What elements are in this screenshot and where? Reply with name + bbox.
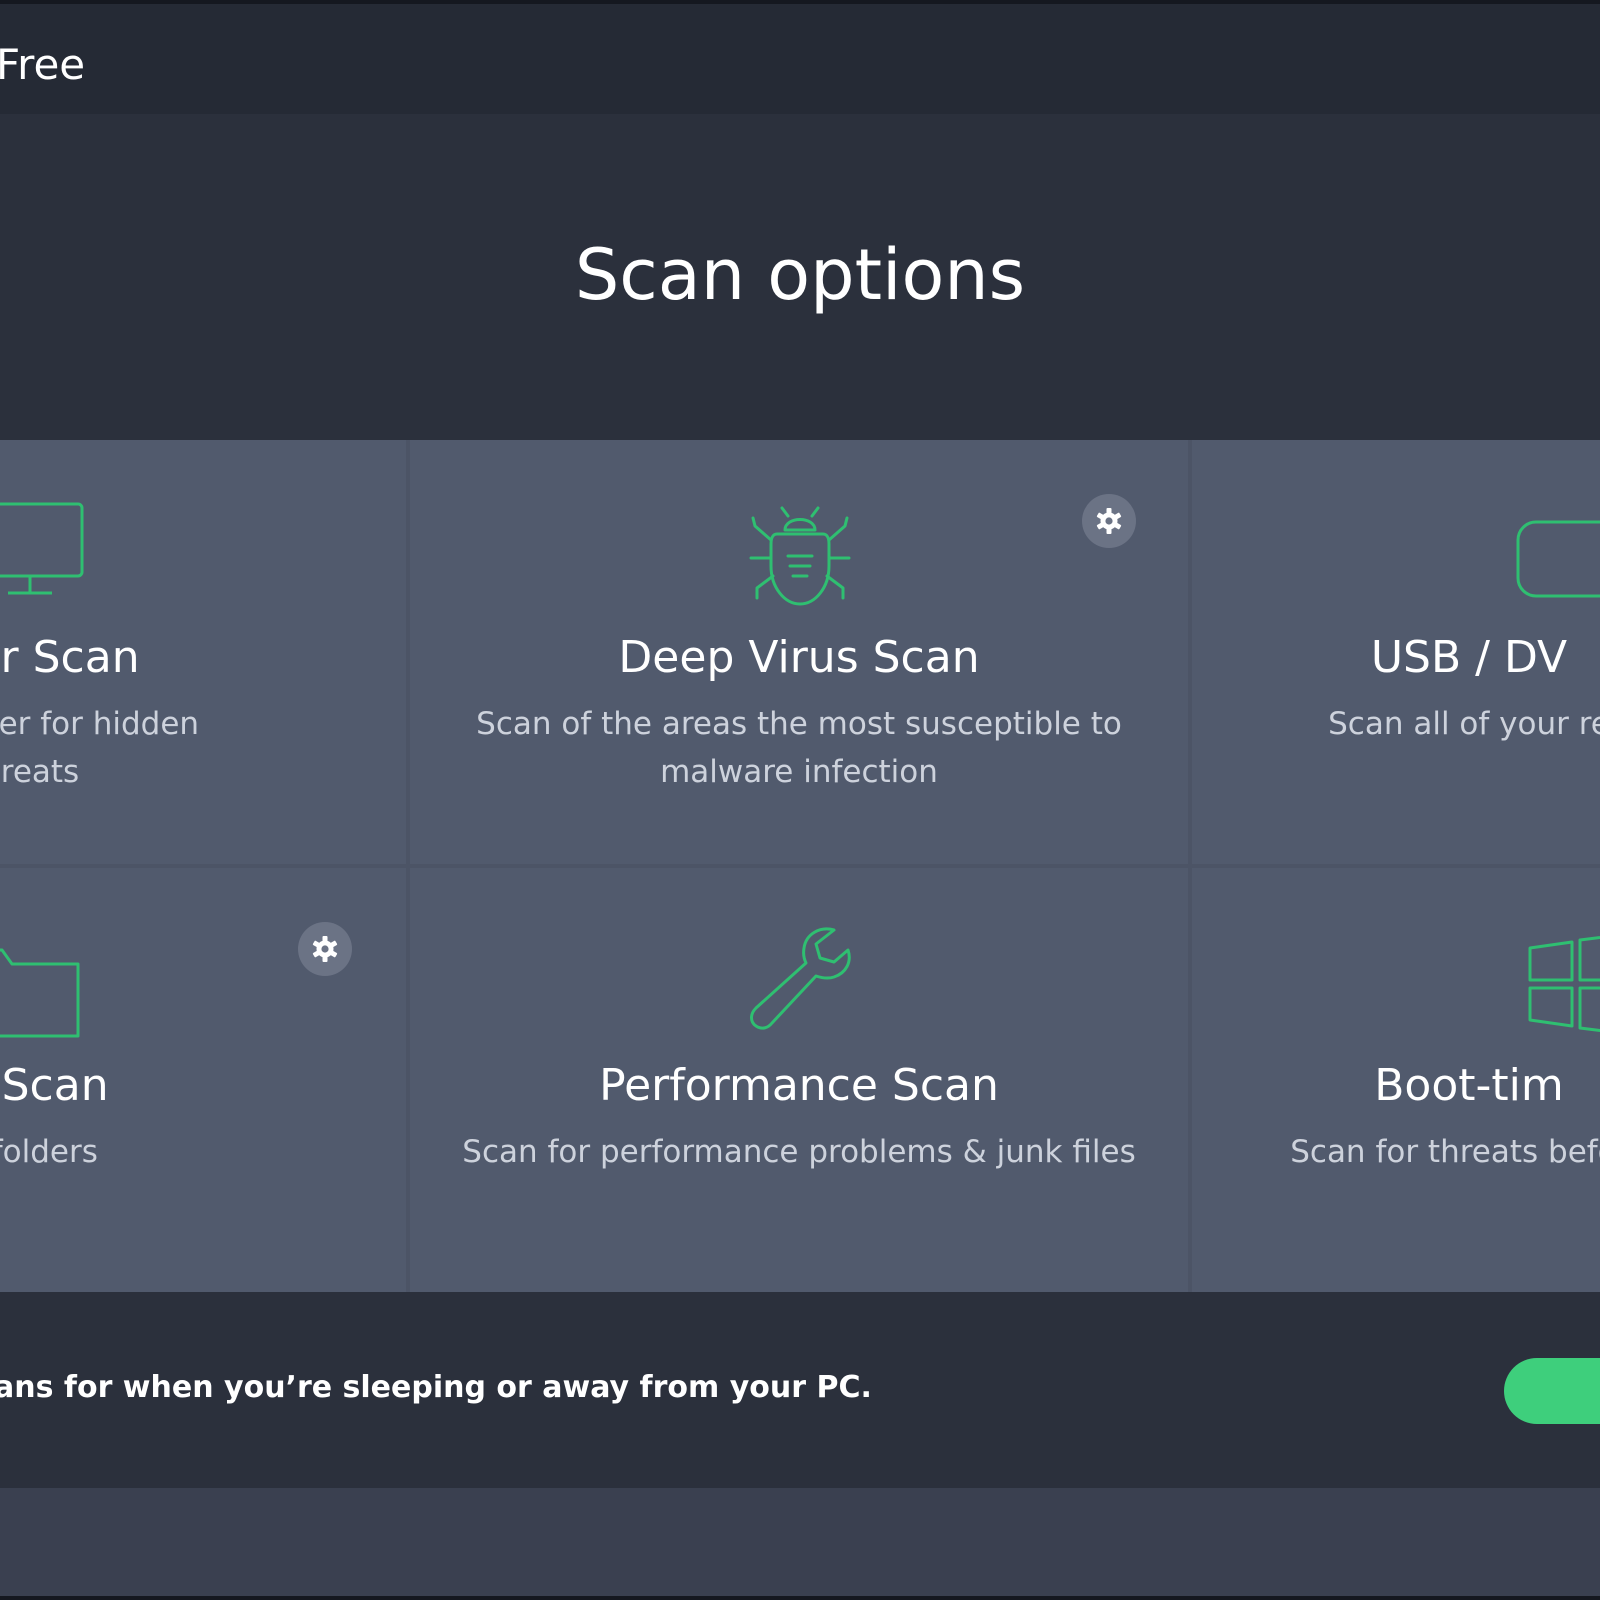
folder-scan-tile[interactable]: older Scan c files or folders [0, 868, 406, 1292]
app-window: Free Scan options puter Scan computer fo… [0, 0, 1600, 1600]
usb-dvd-scan-tile[interactable]: USB / DV Scan all of your re [1192, 440, 1600, 864]
folder-icon [0, 948, 80, 1038]
tile-title: Performance Scan [599, 1060, 999, 1111]
deep-virus-scan-settings-button[interactable] [1082, 494, 1136, 548]
boot-time-scan-tile[interactable]: Boot-tim Scan for threats before [1192, 868, 1600, 1292]
tile-description: Scan of the areas the most susceptible t… [476, 706, 1122, 790]
tile-title: Boot-tim [1374, 1060, 1564, 1111]
deep-virus-scan-tile[interactable]: Deep Virus Scan Scan of the areas the mo… [410, 440, 1188, 864]
gear-icon [1096, 508, 1122, 534]
folder-scan-settings-button[interactable] [298, 922, 352, 976]
windows-logo-icon [1528, 935, 1600, 1033]
tile-description: c files or folders [0, 1134, 98, 1170]
tile-title: USB / DV [1370, 632, 1568, 683]
tile-description: Scan all of your re [1328, 706, 1600, 742]
tile-description: computer for hidden reats [0, 706, 200, 790]
tile-description: Scan for threats before [1290, 1134, 1600, 1170]
bug-icon [749, 506, 851, 606]
scan-options-grid: puter Scan computer for hidden reats [0, 440, 1600, 1292]
scheduled-scans-message: ans for when you’re sleeping or away fro… [0, 1370, 872, 1405]
scheduled-scans-toggle[interactable] [1504, 1358, 1600, 1424]
tile-title: older Scan [0, 1060, 109, 1111]
usb-drive-icon [1516, 520, 1600, 598]
tile-title: Deep Virus Scan [618, 632, 980, 683]
page-title: Scan options [574, 234, 1026, 316]
tile-title: puter Scan [0, 632, 140, 683]
computer-scan-tile[interactable]: puter Scan computer for hidden reats [0, 440, 406, 864]
app-title: Free [0, 40, 86, 89]
wrench-icon [750, 927, 851, 1030]
footer-strip [0, 1488, 1600, 1596]
monitor-icon [0, 502, 84, 595]
title-bar: Free [0, 4, 1600, 114]
tile-description: Scan for performance problems & junk fil… [462, 1134, 1136, 1170]
performance-scan-tile[interactable]: Performance Scan Scan for performance pr… [410, 868, 1188, 1292]
gear-icon [312, 936, 338, 962]
